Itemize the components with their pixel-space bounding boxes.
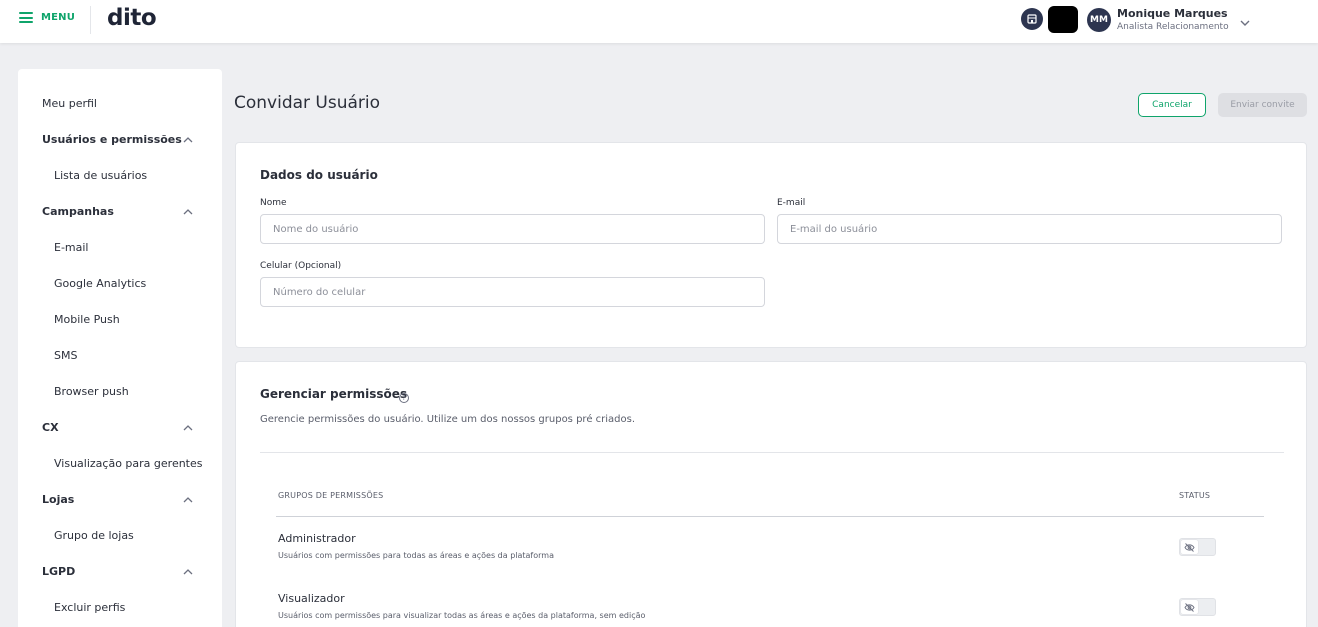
user-data-card: Dados do usuário Nome E-mail Celular (Op… [235,142,1307,348]
sidebar-group-lojas[interactable]: Lojas [42,493,74,506]
group-description: Usuários com permissões para visualizar … [278,611,646,620]
send-invite-button[interactable]: Enviar convite [1218,93,1307,117]
sidebar-item-mobile-push[interactable]: Mobile Push [54,313,120,326]
header-divider [90,6,91,34]
dito-logo[interactable]: dito [107,5,157,31]
user-role: Analista Relacionamento [1117,22,1229,32]
permissions-description: Gerencie permissões do usuário. Utilize … [260,414,636,425]
group-description: Usuários com permissões para todas as ár… [278,551,554,560]
chevron-up-icon[interactable] [182,496,194,504]
eye-off-icon [1181,600,1198,614]
settings-sidebar: Meu perfil Usuários e permissões Lista d… [18,69,222,627]
chevron-up-icon[interactable] [182,424,194,432]
permissions-title: Gerenciar permissões [260,387,408,401]
account-logo[interactable] [1048,6,1078,33]
cancel-button[interactable]: Cancelar [1138,93,1206,117]
sidebar-group-campanhas[interactable]: Campanhas [42,205,114,218]
store-icon[interactable] [1021,8,1043,30]
table-header-divider [276,516,1264,517]
sidebar-item-google-analytics[interactable]: Google Analytics [54,277,146,290]
sidebar-item-browser-push[interactable]: Browser push [54,385,129,398]
sidebar-item-visualizacao-gerentes[interactable]: Visualização para gerentes [54,457,203,470]
logo-text: dito [107,5,157,31]
chevron-up-icon[interactable] [182,568,194,576]
divider [260,452,1284,453]
sidebar-item-sms[interactable]: SMS [54,349,77,362]
email-label: E-mail [777,198,806,208]
name-input[interactable] [260,214,765,244]
user-name[interactable]: Monique Marques [1117,7,1228,20]
page-title: Convidar Usuário [234,93,381,113]
sidebar-group-cx[interactable]: CX [42,421,59,434]
name-label: Nome [260,198,287,208]
status-toggle[interactable] [1179,598,1216,616]
column-header-status: STATUS [1179,491,1211,500]
help-icon[interactable]: ? [399,393,409,403]
sidebar-group-usuarios[interactable]: Usuários e permissões [42,133,182,146]
chevron-up-icon[interactable] [182,208,194,216]
sidebar-item-email[interactable]: E-mail [54,241,89,254]
menu-label: MENU [41,12,76,23]
status-toggle[interactable] [1179,538,1216,556]
hamburger-icon [19,12,33,23]
group-name: Administrador [278,532,356,545]
avatar[interactable]: MM [1087,8,1111,32]
chevron-up-icon[interactable] [182,136,194,144]
permissions-card: Gerenciar permissões ? Gerencie permissõ… [235,361,1307,627]
email-input[interactable] [777,214,1282,244]
chevron-down-icon[interactable] [1239,12,1251,31]
phone-label: Celular (Opcional) [260,261,342,271]
phone-input[interactable] [260,277,765,307]
menu-button[interactable]: MENU [19,12,75,23]
sidebar-group-lgpd[interactable]: LGPD [42,565,75,578]
group-name: Visualizador [278,592,345,605]
sidebar-item-meu-perfil[interactable]: Meu perfil [42,97,97,110]
sidebar-item-grupo-lojas[interactable]: Grupo de lojas [54,529,134,542]
sidebar-item-lista-usuarios[interactable]: Lista de usuários [54,169,147,182]
eye-off-icon [1181,540,1198,554]
top-bar: MENU dito MM Monique Marques Analista Re… [0,0,1318,43]
column-header-groups: GRUPOS DE PERMISSÕES [278,491,384,500]
sidebar-item-excluir-perfis[interactable]: Excluir perfis [54,601,125,614]
user-data-title: Dados do usuário [260,168,378,182]
